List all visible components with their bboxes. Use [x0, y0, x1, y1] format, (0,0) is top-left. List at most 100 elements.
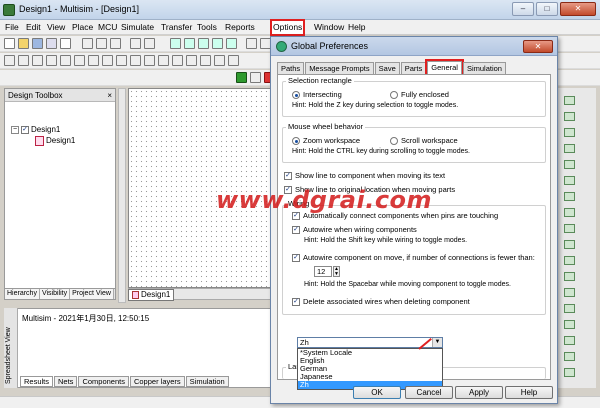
toolbox-toggle-icon[interactable]: [246, 38, 257, 49]
tab-nets[interactable]: Nets: [54, 376, 78, 387]
fully-enclosed-option[interactable]: Fully enclosed: [390, 90, 449, 99]
labview-instrument-icon[interactable]: [564, 368, 575, 377]
zoom-out-icon[interactable]: [184, 38, 195, 49]
oscilloscope-icon[interactable]: [564, 144, 575, 153]
dialog-close-button[interactable]: ✕: [523, 40, 553, 53]
electromechanical-icon[interactable]: [186, 55, 197, 66]
mcu-component-icon[interactable]: [200, 55, 211, 66]
ok-button[interactable]: OK: [353, 386, 401, 399]
close-button[interactable]: ✕: [560, 2, 596, 16]
redo-icon[interactable]: [144, 38, 155, 49]
menu-file[interactable]: File: [4, 21, 20, 34]
checkbox-icon[interactable]: ✓: [21, 126, 29, 134]
radio-unselected-icon[interactable]: [390, 90, 398, 99]
menu-help[interactable]: Help: [347, 21, 366, 34]
logic-converter-icon[interactable]: [564, 240, 575, 249]
apply-button[interactable]: Apply: [455, 386, 503, 399]
indicator-component-icon[interactable]: [130, 55, 141, 66]
menu-simulate[interactable]: Simulate: [120, 21, 155, 34]
maximize-button[interactable]: □: [536, 2, 558, 16]
spectrum-analyzer-icon[interactable]: [564, 288, 575, 297]
copy-icon[interactable]: [96, 38, 107, 49]
misc-digital-icon[interactable]: [102, 55, 113, 66]
tektronix-instrument-icon[interactable]: [564, 336, 575, 345]
radio-unselected-icon[interactable]: [390, 136, 398, 145]
toolbox-close-icon[interactable]: ×: [107, 89, 112, 102]
measurement-probe-icon[interactable]: [564, 352, 575, 361]
delete-wires-option[interactable]: ✓ Delete associated wires when deleting …: [292, 297, 470, 306]
tab-paths[interactable]: Paths: [277, 62, 305, 74]
rf-component-icon[interactable]: [172, 55, 183, 66]
zoom-fit-icon[interactable]: [212, 38, 223, 49]
intersecting-option[interactable]: Intersecting: [292, 90, 342, 99]
frequency-counter-icon[interactable]: [564, 192, 575, 201]
save-icon[interactable]: [32, 38, 43, 49]
tab-simulation-prefs[interactable]: Simulation: [462, 62, 506, 74]
tree-root-design1[interactable]: − ✓ Design1: [11, 125, 60, 135]
run-simulation-icon[interactable]: [236, 72, 247, 83]
tab-results[interactable]: Results: [20, 376, 54, 387]
cut-icon[interactable]: [82, 38, 93, 49]
menu-mcu[interactable]: MCU: [97, 21, 118, 34]
scroll-workspace-option[interactable]: Scroll workspace: [390, 136, 458, 145]
four-channel-oscilloscope-icon[interactable]: [564, 160, 575, 169]
menu-window[interactable]: Window: [313, 21, 345, 34]
open-folder-icon[interactable]: [18, 38, 29, 49]
minimize-button[interactable]: –: [512, 2, 534, 16]
tab-save[interactable]: Save: [374, 62, 400, 74]
wattmeter-icon[interactable]: [564, 128, 575, 137]
chevron-down-icon[interactable]: ▼: [432, 338, 442, 347]
tree-child-design1[interactable]: Design1: [35, 136, 75, 146]
zoom-workspace-option[interactable]: Zoom workspace: [292, 136, 360, 145]
new-file-icon[interactable]: [4, 38, 15, 49]
zoom-in-icon[interactable]: [170, 38, 181, 49]
autowire-on-move-option[interactable]: ✓ Autowire component on move, if number …: [292, 253, 535, 262]
tab-message-prompts[interactable]: Message Prompts: [305, 62, 374, 74]
agilent-instrument-icon[interactable]: [564, 320, 575, 329]
menu-view[interactable]: View: [46, 21, 66, 34]
transistor-component-icon[interactable]: [46, 55, 57, 66]
multimeter-icon[interactable]: [564, 96, 575, 105]
checkbox-checked-icon[interactable]: ✓: [292, 225, 300, 234]
cancel-button[interactable]: Cancel: [405, 386, 453, 399]
paste-icon[interactable]: [110, 38, 121, 49]
checkbox-checked-icon[interactable]: ✓: [284, 171, 292, 180]
tab-project-view[interactable]: Project View: [70, 289, 114, 299]
tab-parts[interactable]: Parts: [400, 62, 427, 74]
undo-icon[interactable]: [130, 38, 141, 49]
analog-component-icon[interactable]: [60, 55, 71, 66]
diode-component-icon[interactable]: [32, 55, 43, 66]
hierarchical-block-icon[interactable]: [214, 55, 225, 66]
show-line-text-option[interactable]: ✓ Show line to component when moving its…: [284, 171, 445, 180]
tab-general[interactable]: General: [425, 59, 464, 76]
menu-transfer[interactable]: Transfer: [160, 21, 193, 34]
iv-analyzer-icon[interactable]: [564, 256, 575, 265]
bode-plotter-icon[interactable]: [564, 176, 575, 185]
collapse-icon[interactable]: −: [11, 126, 19, 134]
ttl-component-icon[interactable]: [74, 55, 85, 66]
autowire-option[interactable]: ✓ Autowire when wiring components: [292, 225, 417, 234]
connections-count-input[interactable]: 12: [314, 266, 332, 277]
menu-options[interactable]: Options: [269, 19, 306, 36]
tab-copper-layers[interactable]: Copper layers: [129, 376, 185, 387]
tab-visibility[interactable]: Visibility: [39, 289, 71, 299]
bus-icon[interactable]: [228, 55, 239, 66]
tab-components[interactable]: Components: [78, 376, 129, 387]
mixed-component-icon[interactable]: [116, 55, 127, 66]
full-screen-icon[interactable]: [226, 38, 237, 49]
network-analyzer-icon[interactable]: [564, 304, 575, 313]
radio-selected-icon[interactable]: [292, 90, 300, 99]
logic-analyzer-icon[interactable]: [564, 224, 575, 233]
help-button[interactable]: Help: [505, 386, 553, 399]
misc-component-icon[interactable]: [158, 55, 169, 66]
basic-component-icon[interactable]: [18, 55, 29, 66]
tab-simulation[interactable]: Simulation: [185, 376, 229, 387]
function-generator-icon[interactable]: [564, 112, 575, 121]
spin-arrows-icon[interactable]: ▲ ▼: [333, 266, 340, 277]
distortion-analyzer-icon[interactable]: [564, 272, 575, 281]
pause-simulation-icon[interactable]: [250, 72, 261, 83]
print-icon[interactable]: [46, 38, 57, 49]
toolbox-splitter[interactable]: [118, 88, 126, 303]
tab-hierarchy[interactable]: Hierarchy: [5, 289, 40, 299]
menu-reports[interactable]: Reports: [224, 21, 256, 34]
